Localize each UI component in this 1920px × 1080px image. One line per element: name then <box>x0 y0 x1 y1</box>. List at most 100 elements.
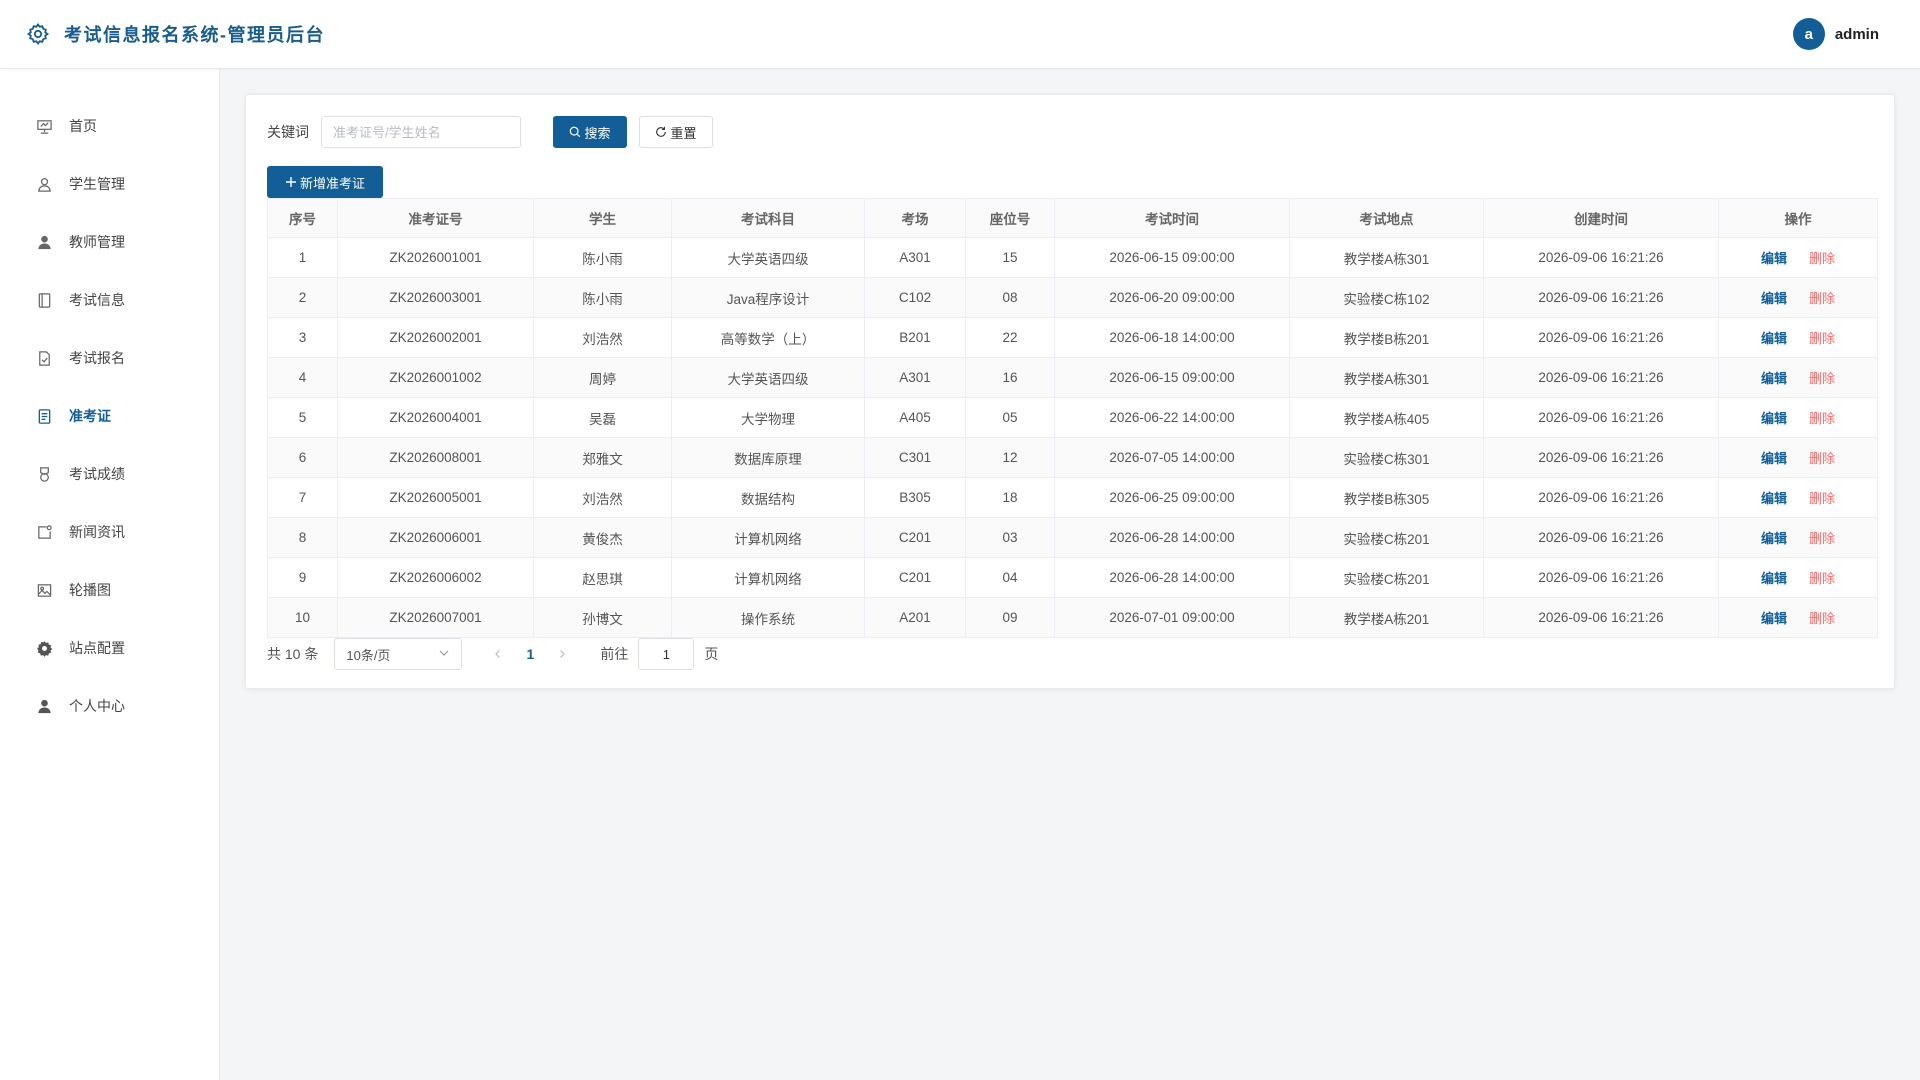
delete-button[interactable]: 删除 <box>1809 571 1835 586</box>
table-cell: 计算机网络 <box>671 557 865 598</box>
sidebar-item-exam-registration[interactable]: 考试报名 <box>0 329 219 387</box>
edit-button[interactable]: 编辑 <box>1761 451 1787 466</box>
delete-button[interactable]: 删除 <box>1809 251 1835 266</box>
table-cell: Java程序设计 <box>671 277 865 318</box>
sidebar-item-news[interactable]: 新闻资讯 <box>0 503 219 561</box>
total-count: 共 10 条 <box>267 646 319 662</box>
table-cell: 吴磊 <box>533 397 672 438</box>
edit-button[interactable]: 编辑 <box>1761 571 1787 586</box>
sidebar-item-profile[interactable]: 个人中心 <box>0 677 219 735</box>
edit-button[interactable]: 编辑 <box>1761 251 1787 266</box>
gear-logo-icon <box>25 21 51 47</box>
table-header-row: 序号 准考证号 学生 考试科目 考场 座位号 考试时间 考试地点 创建时间 操作 <box>267 198 1878 238</box>
delete-button[interactable]: 删除 <box>1809 371 1835 386</box>
sidebar-item-site-config[interactable]: 站点配置 <box>0 619 219 677</box>
add-admission-ticket-button[interactable]: 新增准考证 <box>267 166 383 198</box>
table-row: 6 ZK2026008001 郑雅文 数据库原理 C301 12 2026-07-05 14… <box>267 437 1878 478</box>
goto-page-input[interactable] <box>638 638 695 670</box>
table-cell: ZK2026002001 <box>337 317 534 358</box>
top-header: 考试信息报名系统-管理员后台 a admin <box>0 0 1920 69</box>
avatar[interactable]: a <box>1792 18 1825 50</box>
table-cell: 教学楼B栋305 <box>1289 477 1484 518</box>
table-cell: 大学物理 <box>671 397 865 438</box>
actions-cell: 编辑 删除 <box>1718 317 1878 358</box>
delete-button[interactable]: 删除 <box>1809 291 1835 306</box>
delete-button[interactable]: 删除 <box>1809 451 1835 466</box>
delete-button[interactable]: 删除 <box>1809 491 1835 506</box>
sidebar-item-label: 站点配置 <box>69 640 125 656</box>
table-cell: C301 <box>864 437 966 478</box>
actions-cell: 编辑 删除 <box>1718 357 1878 398</box>
sidebar-item-label: 考试信息 <box>69 292 125 308</box>
actions-cell: 编辑 删除 <box>1718 597 1878 638</box>
table-cell: 周婷 <box>533 357 672 398</box>
table-cell: 6 <box>267 437 338 478</box>
notebook-icon <box>35 291 53 309</box>
table-cell: A201 <box>864 597 966 638</box>
sidebar-item-admission-ticket[interactable]: 准考证 <box>0 387 219 445</box>
table-cell: 2026-07-05 14:00:00 <box>1054 437 1290 478</box>
user-filled-icon <box>35 697 53 715</box>
table-cell: 教学楼B栋201 <box>1289 317 1484 358</box>
page-size-select[interactable]: 10条/页 <box>334 638 463 670</box>
delete-button[interactable]: 删除 <box>1809 331 1835 346</box>
table-cell: 实验楼C栋102 <box>1289 277 1484 318</box>
table-row: 7 ZK2026005001 刘浩然 数据结构 B305 18 2026-06-25 09:… <box>267 477 1878 518</box>
edit-button[interactable]: 编辑 <box>1761 531 1787 546</box>
page-size-value: 10条/页 <box>346 647 391 663</box>
delete-button[interactable]: 删除 <box>1809 411 1835 426</box>
table-cell: 陈小雨 <box>533 277 672 318</box>
sidebar-item-teachers[interactable]: 教师管理 <box>0 213 219 271</box>
table-cell: 2026-06-18 14:00:00 <box>1054 317 1290 358</box>
sidebar-item-carousel[interactable]: 轮播图 <box>0 561 219 619</box>
delete-button[interactable]: 删除 <box>1809 531 1835 546</box>
user-menu[interactable]: a admin <box>1792 18 1879 50</box>
table-row: 3 ZK2026002001 刘浩然 高等数学（上） B201 22 2026-06-18 … <box>267 317 1878 358</box>
edit-button[interactable]: 编辑 <box>1761 411 1787 426</box>
edit-button[interactable]: 编辑 <box>1761 291 1787 306</box>
sidebar-item-home[interactable]: 首页 <box>0 97 219 155</box>
actions-cell: 编辑 删除 <box>1718 477 1878 518</box>
sidebar-item-label: 新闻资讯 <box>69 524 125 540</box>
reset-button[interactable]: 重置 <box>639 116 713 148</box>
edit-button[interactable]: 编辑 <box>1761 371 1787 386</box>
table-cell: ZK2026008001 <box>337 437 534 478</box>
sidebar-item-students[interactable]: 学生管理 <box>0 155 219 213</box>
sidebar-item-label: 学生管理 <box>69 176 125 192</box>
column-header: 考试地点 <box>1289 198 1484 238</box>
table-cell: 实验楼C栋301 <box>1289 437 1484 478</box>
delete-button[interactable]: 删除 <box>1809 611 1835 626</box>
table-cell: 2 <box>267 277 338 318</box>
table-cell: 08 <box>965 277 1055 318</box>
table-cell: 数据库原理 <box>671 437 865 478</box>
sidebar-item-label: 个人中心 <box>69 698 125 714</box>
table-row: 4 ZK2026001002 周婷 大学英语四级 A301 16 2026-06-15 09… <box>267 357 1878 398</box>
edit-button[interactable]: 编辑 <box>1761 611 1787 626</box>
table-cell: ZK2026003001 <box>337 277 534 318</box>
search-button[interactable]: 搜索 <box>553 116 627 148</box>
sidebar-item-label: 考试报名 <box>69 350 125 366</box>
column-header: 考场 <box>864 198 966 238</box>
sidebar-item-label: 考试成绩 <box>69 466 125 482</box>
table-cell: ZK2026001001 <box>337 237 534 278</box>
table-cell: 10 <box>267 597 338 638</box>
column-header: 座位号 <box>965 198 1055 238</box>
add-button-label: 新增准考证 <box>299 175 365 191</box>
table-cell: B201 <box>864 317 966 358</box>
username[interactable]: admin <box>1835 26 1879 43</box>
page-number-current[interactable]: 1 <box>514 646 546 662</box>
next-page-button[interactable] <box>546 638 578 670</box>
sidebar-item-exam-scores[interactable]: 考试成绩 <box>0 445 219 503</box>
table-cell: 赵思琪 <box>533 557 672 598</box>
edit-button[interactable]: 编辑 <box>1761 331 1787 346</box>
search-input[interactable] <box>321 116 521 148</box>
prev-page-button[interactable] <box>482 638 514 670</box>
table-cell: 实验楼C栋201 <box>1289 517 1484 558</box>
actions-cell: 编辑 删除 <box>1718 277 1878 318</box>
table-cell: 操作系统 <box>671 597 865 638</box>
medal-icon <box>35 465 53 483</box>
table-cell: A405 <box>864 397 966 438</box>
actions-cell: 编辑 删除 <box>1718 237 1878 278</box>
sidebar-item-exam-info[interactable]: 考试信息 <box>0 271 219 329</box>
edit-button[interactable]: 编辑 <box>1761 491 1787 506</box>
